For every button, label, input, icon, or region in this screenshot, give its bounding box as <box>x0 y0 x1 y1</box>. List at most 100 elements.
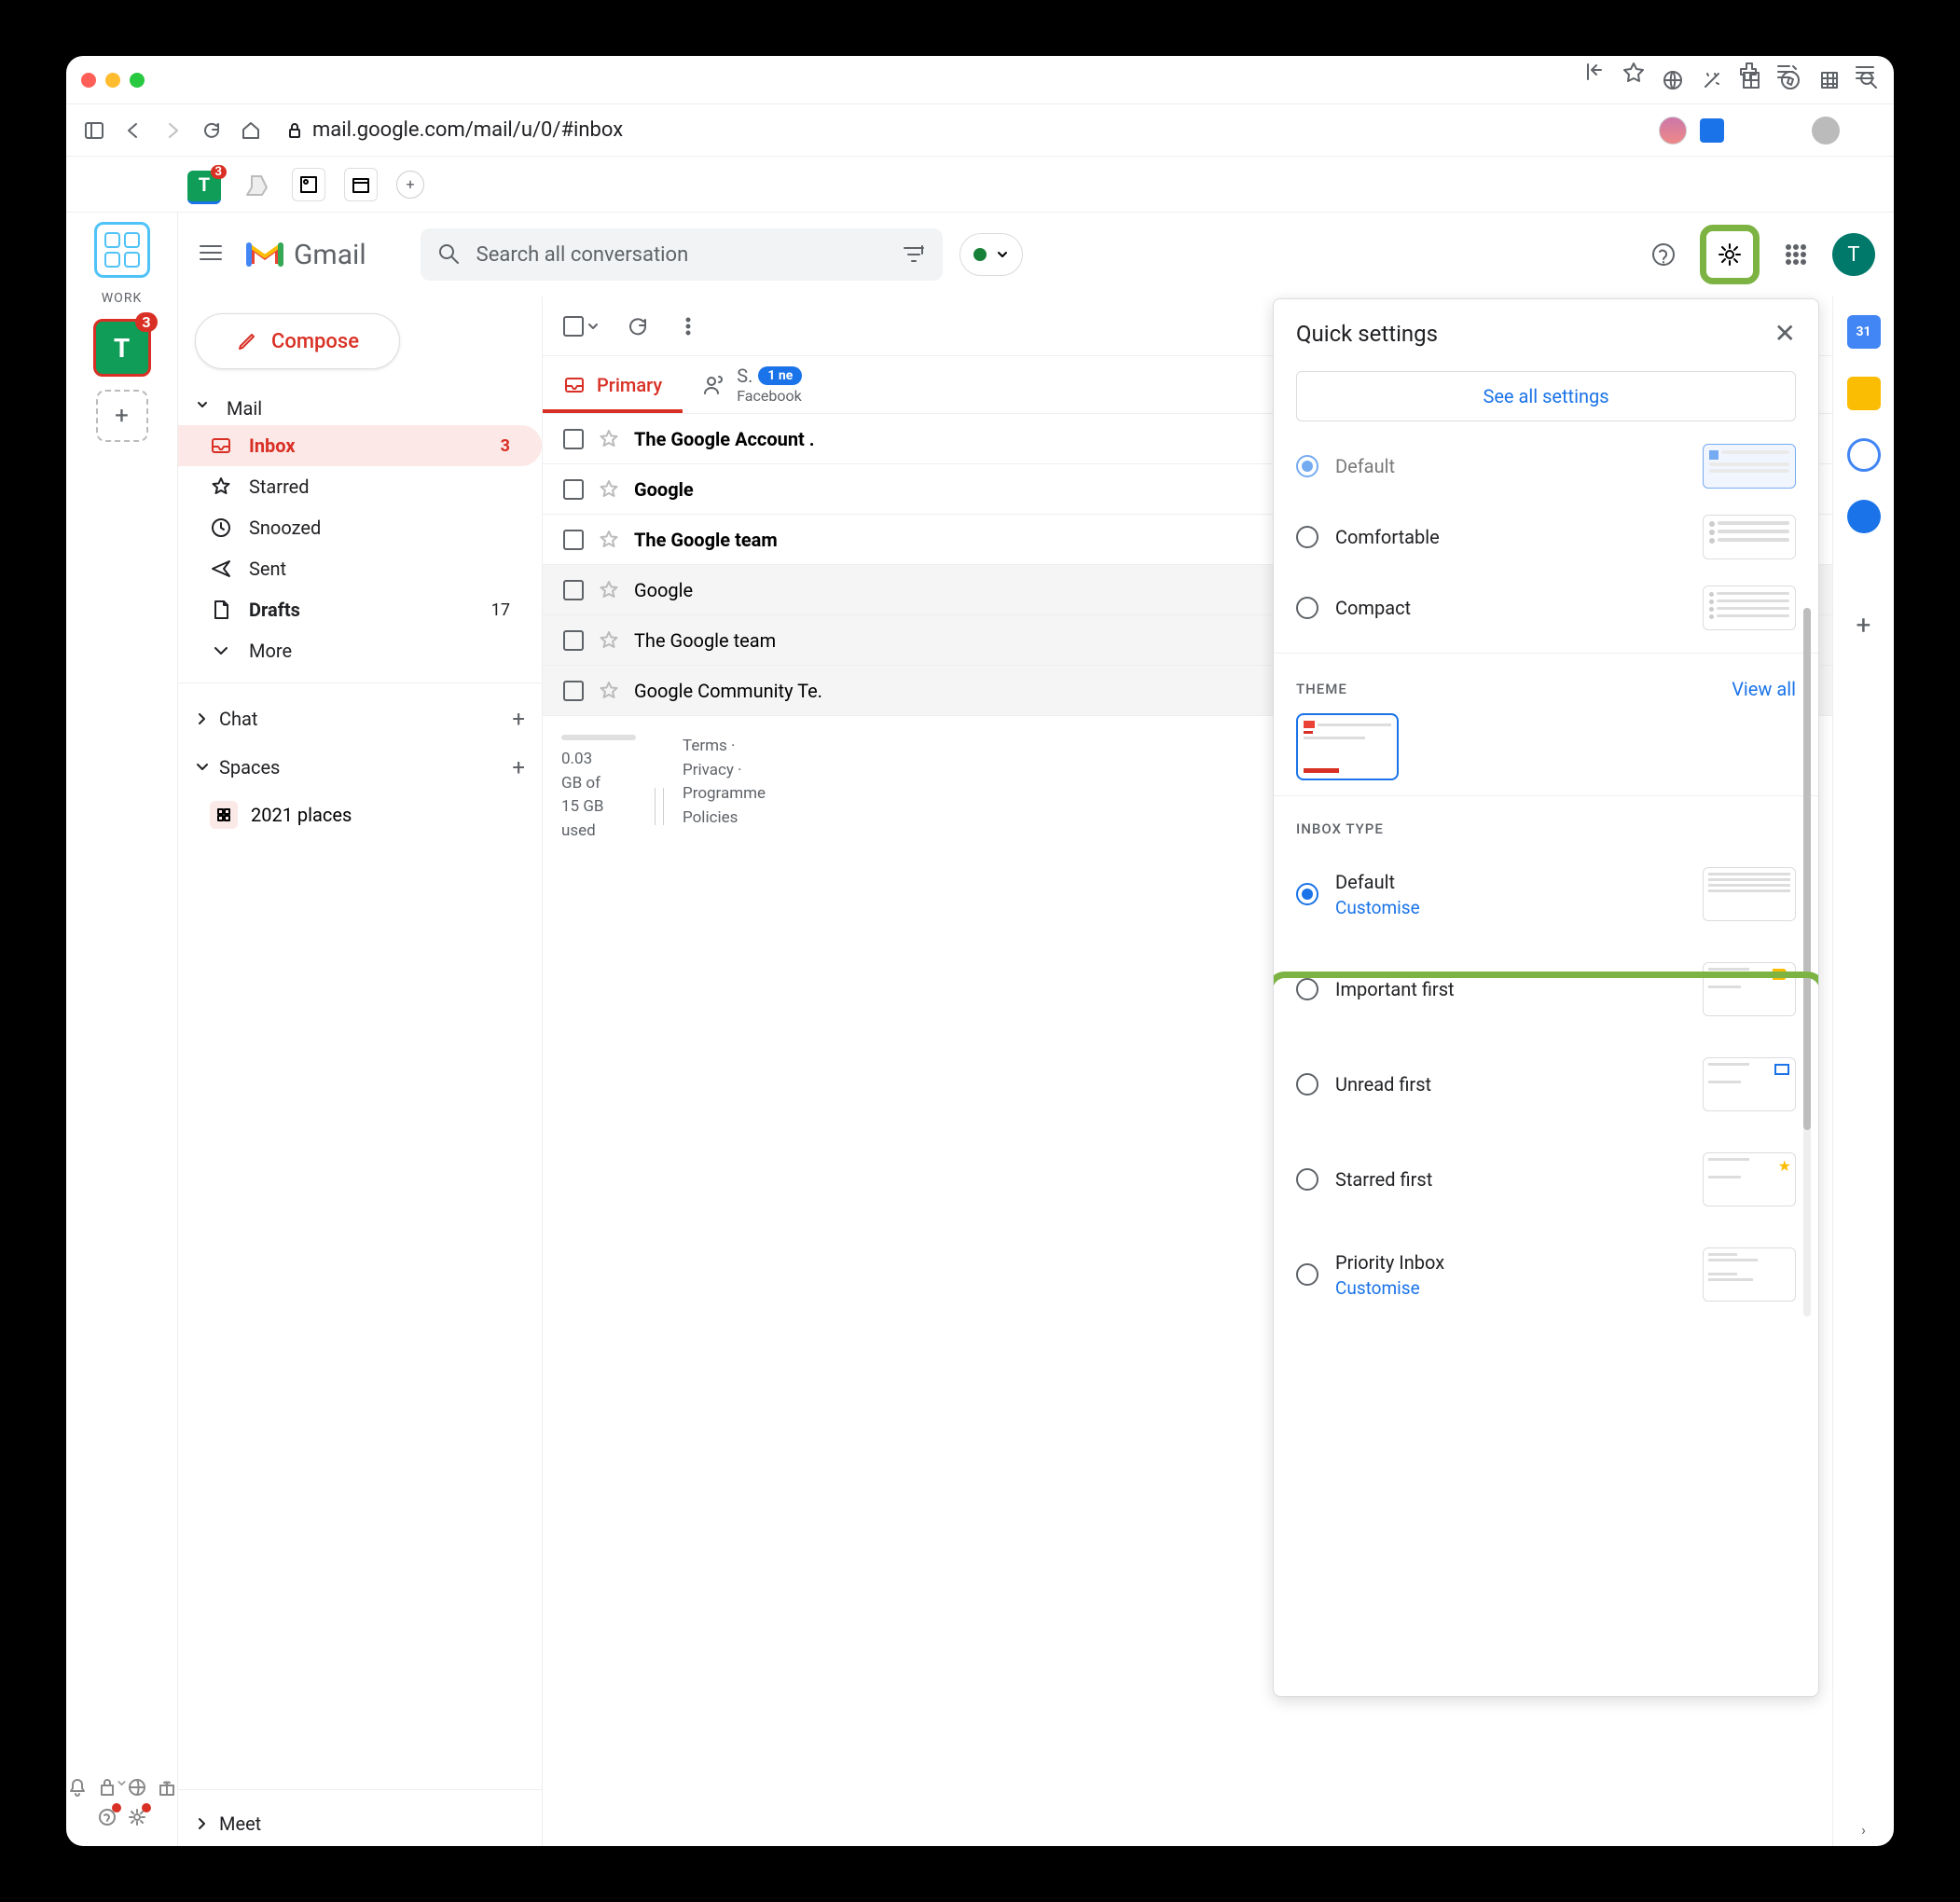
home-button[interactable] <box>240 119 262 142</box>
tasks-addon-icon[interactable] <box>1847 438 1881 472</box>
reload-button[interactable] <box>200 119 223 142</box>
status-pill[interactable] <box>959 233 1023 276</box>
star-icon[interactable] <box>599 429 619 449</box>
spaces-add-button[interactable]: + <box>512 754 525 780</box>
inbox-type-important[interactable]: Important first <box>1274 942 1818 1037</box>
close-panel-button[interactable]: ✕ <box>1774 318 1796 349</box>
scrollbar[interactable] <box>1803 608 1811 1316</box>
nav-mail-header[interactable]: Mail <box>178 392 542 425</box>
space-item[interactable]: 2021 places <box>178 792 542 838</box>
nav-more[interactable]: More <box>178 630 542 671</box>
keep-addon-icon[interactable] <box>1847 377 1881 410</box>
radio-icon[interactable] <box>1296 1263 1318 1286</box>
row-checkbox[interactable] <box>563 530 584 550</box>
account-icon[interactable] <box>1812 117 1840 145</box>
row-checkbox[interactable] <box>563 630 584 651</box>
radio-icon[interactable] <box>1296 526 1318 548</box>
nav-drafts[interactable]: Drafts 17 <box>178 589 542 630</box>
radio-icon[interactable] <box>1296 1168 1318 1191</box>
nav-sent[interactable]: Sent <box>178 548 542 589</box>
select-all-checkbox[interactable] <box>563 316 599 337</box>
profile-avatar-icon[interactable] <box>1659 117 1687 145</box>
see-all-settings-button[interactable]: See all settings <box>1296 371 1796 421</box>
share-icon[interactable] <box>1584 118 1608 143</box>
gear-badge-icon[interactable] <box>127 1807 147 1831</box>
apps-grid-button[interactable] <box>1776 235 1815 274</box>
extensions-icon[interactable] <box>1737 118 1761 143</box>
theme-thumbnail[interactable] <box>1296 713 1399 780</box>
globe-icon[interactable] <box>1663 70 1683 90</box>
theme-view-all-link[interactable]: View all <box>1732 678 1796 700</box>
nav-chat-header[interactable]: Chat + <box>178 695 542 743</box>
row-checkbox[interactable] <box>563 580 584 600</box>
tab-social[interactable]: S.1 ne Facebook <box>683 356 822 413</box>
radio-selected-icon[interactable] <box>1296 455 1318 477</box>
forward-button[interactable] <box>161 119 184 142</box>
browser-menu-icon[interactable] <box>1853 118 1877 143</box>
wand-icon[interactable] <box>1702 70 1722 90</box>
row-checkbox[interactable] <box>563 429 584 449</box>
url-bar[interactable]: mail.google.com/mail/u/0/#inbox <box>279 115 1567 145</box>
minimize-window-icon[interactable] <box>105 73 120 88</box>
footer-links[interactable]: Terms ·Privacy ·ProgrammePolicies <box>683 735 766 877</box>
workspace-account[interactable]: T3 <box>93 319 151 377</box>
calendar-addon-icon[interactable]: 31 <box>1847 315 1881 349</box>
radio-icon[interactable] <box>1296 597 1318 619</box>
star-icon[interactable] <box>599 580 619 600</box>
account-avatar[interactable]: T <box>1832 233 1875 276</box>
gift-icon[interactable] <box>157 1777 177 1798</box>
density-comfortable-row[interactable]: Comfortable <box>1274 502 1818 572</box>
maximize-window-icon[interactable] <box>130 73 145 88</box>
density-default-row[interactable]: Default <box>1274 440 1818 502</box>
nav-inbox[interactable]: Inbox 3 <box>178 425 542 466</box>
new-tab-button[interactable]: + <box>396 171 424 199</box>
customise-link[interactable]: Customise <box>1335 897 1420 918</box>
help-badge-icon[interactable] <box>97 1807 117 1831</box>
bookmark-star-icon[interactable] <box>1622 118 1646 143</box>
customise-link[interactable]: Customise <box>1335 1277 1444 1299</box>
tab-drive[interactable] <box>240 168 273 201</box>
inbox-type-starred[interactable]: Starred first ★ <box>1274 1132 1818 1227</box>
back-button[interactable] <box>122 119 145 142</box>
gmail-logo[interactable]: Gmail <box>245 239 366 271</box>
star-icon[interactable] <box>599 681 619 701</box>
star-icon[interactable] <box>599 479 619 500</box>
tab-calendar[interactable] <box>344 168 378 201</box>
row-checkbox[interactable] <box>563 681 584 701</box>
tab-photo[interactable] <box>292 168 325 201</box>
workspace-tile[interactable] <box>94 222 150 278</box>
inbox-type-default[interactable]: Default Customise <box>1274 847 1818 942</box>
nav-meet-header[interactable]: Meet <box>178 1801 542 1846</box>
workspace-add-button[interactable]: + <box>96 390 148 442</box>
more-button[interactable] <box>677 315 699 338</box>
tab-gmail[interactable]: T3 <box>187 171 221 204</box>
panel-collapse-button[interactable]: › <box>1847 1812 1881 1846</box>
tab-primary[interactable]: Primary <box>543 356 683 413</box>
globe-small-icon[interactable] <box>127 1777 147 1798</box>
quick-settings-body[interactable]: Default Comfortable Compact THEME View a… <box>1274 440 1818 1696</box>
radio-icon[interactable] <box>1296 978 1318 1000</box>
lock-small-icon[interactable] <box>97 1777 117 1798</box>
extension-docs-icon[interactable] <box>1700 118 1724 143</box>
row-checkbox[interactable] <box>563 479 584 500</box>
inbox-type-priority[interactable]: Priority Inbox Customise <box>1274 1227 1818 1322</box>
refresh-button[interactable] <box>627 315 649 338</box>
nav-starred[interactable]: Starred <box>178 466 542 507</box>
radio-selected-icon[interactable] <box>1296 883 1318 905</box>
chat-add-button[interactable]: + <box>512 706 525 732</box>
nav-spaces-header[interactable]: Spaces + <box>178 743 542 792</box>
search-box[interactable]: Search all conversation <box>421 228 943 281</box>
grid2-icon[interactable] <box>1819 70 1840 90</box>
sidebar-toggle-icon[interactable] <box>83 119 105 142</box>
bell-icon[interactable] <box>67 1777 88 1798</box>
nav-snoozed[interactable]: Snoozed <box>178 507 542 548</box>
main-menu-button[interactable] <box>197 239 228 270</box>
settings-button-highlighted[interactable] <box>1700 225 1760 284</box>
contacts-addon-icon[interactable] <box>1847 500 1881 533</box>
inbox-type-unread[interactable]: Unread first <box>1274 1037 1818 1132</box>
reading-list-icon[interactable] <box>1774 118 1799 143</box>
compose-button[interactable]: Compose <box>195 313 400 369</box>
radio-icon[interactable] <box>1296 1073 1318 1096</box>
close-window-icon[interactable] <box>81 73 96 88</box>
star-icon[interactable] <box>599 530 619 550</box>
